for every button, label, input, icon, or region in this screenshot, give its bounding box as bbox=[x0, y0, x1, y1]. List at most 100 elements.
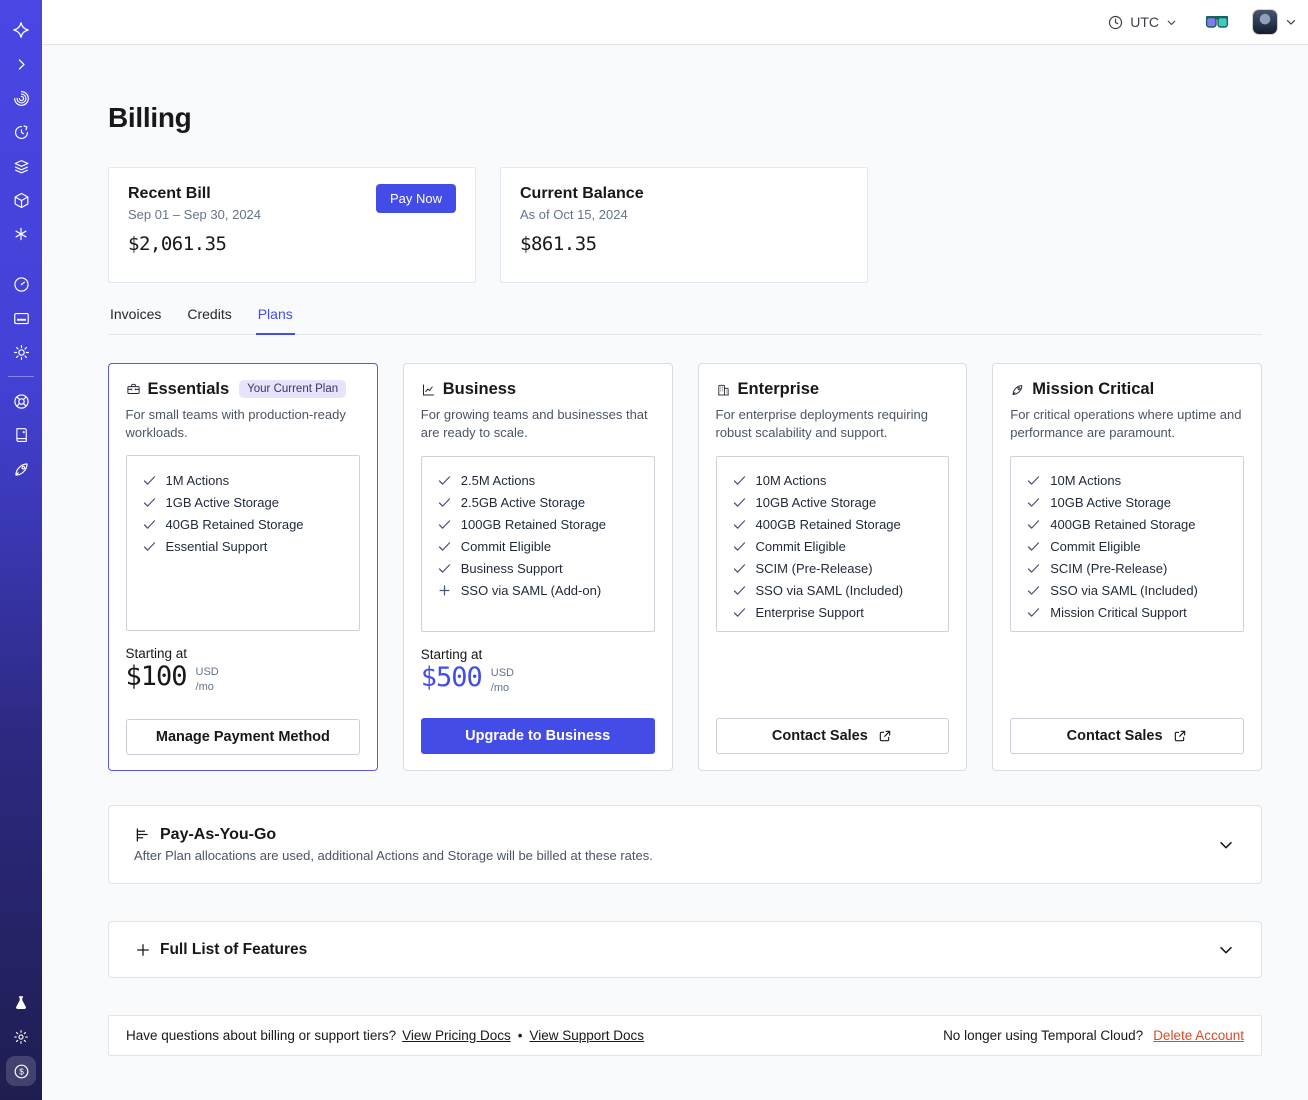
footer-question: Have questions about billing or support … bbox=[126, 1028, 397, 1043]
layers-icon[interactable] bbox=[4, 149, 38, 183]
full-features-title: Full List of Features bbox=[160, 940, 308, 958]
price-currency: USD bbox=[490, 666, 515, 679]
view-support-docs-link[interactable]: View Support Docs bbox=[529, 1028, 644, 1043]
plan-description: For enterprise deployments requiring rob… bbox=[715, 407, 928, 441]
plans-row: Essentials Your Current Plan For small t… bbox=[108, 363, 1262, 771]
full-features-accordion[interactable]: Full List of Features bbox=[108, 921, 1262, 978]
plan-feature-label: 40GB Retained Storage bbox=[165, 516, 304, 532]
footer-separator: • bbox=[517, 1028, 523, 1043]
billing-card-icon[interactable] bbox=[4, 301, 38, 335]
external-link-icon bbox=[877, 728, 893, 744]
plan-description: For critical operations where uptime and… bbox=[1010, 407, 1242, 441]
check-icon bbox=[732, 473, 747, 488]
plan-name: Mission Critical bbox=[1032, 380, 1155, 398]
check-icon bbox=[142, 539, 157, 554]
cube-icon[interactable] bbox=[4, 183, 38, 217]
sparkle-logo-icon[interactable] bbox=[4, 13, 38, 47]
plan-feature-list: 2.5M Actions 2.5GB Active Storage 100GB Re… bbox=[420, 455, 655, 632]
check-icon bbox=[437, 561, 452, 576]
plan-feature-label: 100GB Retained Storage bbox=[460, 517, 607, 533]
plus-icon bbox=[437, 583, 452, 598]
plan-feature-label: 2.5GB Active Storage bbox=[460, 495, 586, 511]
price-period: /mo bbox=[195, 681, 214, 694]
rocket-icon bbox=[1010, 381, 1025, 399]
chevron-down-icon[interactable] bbox=[1216, 940, 1236, 960]
check-icon bbox=[732, 539, 747, 554]
plan-feature-list: 10M Actions 10GB Active Storage 400GB Reta… bbox=[715, 455, 950, 632]
contact-sales-button[interactable]: Contact Sales bbox=[715, 718, 950, 754]
plan-card-enterprise: Enterprise For enterprise deployments re… bbox=[697, 363, 968, 771]
book-icon[interactable] bbox=[4, 418, 38, 452]
page-title: Billing bbox=[108, 102, 192, 133]
chart-line-icon bbox=[421, 381, 436, 399]
tab-invoices[interactable]: Invoices bbox=[108, 306, 163, 334]
view-pricing-docs-link[interactable]: View Pricing Docs bbox=[402, 1028, 511, 1043]
3d-glasses-icon[interactable] bbox=[1205, 15, 1229, 29]
flask-icon[interactable] bbox=[4, 986, 38, 1020]
check-icon bbox=[142, 495, 157, 510]
plan-feature: SCIM (Pre-Release) bbox=[732, 558, 934, 580]
asterisk-icon[interactable] bbox=[4, 217, 38, 251]
timezone-selector[interactable]: UTC bbox=[1107, 14, 1178, 31]
check-icon bbox=[1026, 583, 1041, 598]
tab-plans[interactable]: Plans bbox=[255, 306, 295, 335]
dollar-coin-icon[interactable]: $ bbox=[6, 1056, 36, 1086]
plan-description: For small teams with production-ready wo… bbox=[125, 406, 346, 440]
bar-chart-icon bbox=[134, 826, 152, 844]
plan-feature: 2.5M Actions bbox=[437, 470, 639, 492]
button-label: Contact Sales bbox=[771, 728, 868, 744]
plan-feature: Business Support bbox=[437, 558, 639, 580]
check-icon bbox=[1026, 517, 1041, 532]
plan-feature: 100GB Retained Storage bbox=[437, 514, 639, 536]
plan-feature-label: SCIM (Pre-Release) bbox=[1050, 561, 1168, 577]
upgrade-to-business-button[interactable]: Upgrade to Business bbox=[420, 718, 655, 754]
pay-now-button[interactable]: Pay Now bbox=[375, 184, 456, 213]
delete-account-link[interactable]: Delete Account bbox=[1153, 1028, 1244, 1043]
payg-description: After Plan allocations are used, additio… bbox=[134, 848, 653, 863]
payg-title: Pay-As-You-Go bbox=[160, 826, 277, 843]
price-period: /mo bbox=[490, 681, 510, 694]
topbar: UTC bbox=[42, 0, 1308, 45]
left-sidebar: $ bbox=[0, 0, 42, 1100]
external-link-icon bbox=[1172, 728, 1188, 744]
clock-retry-icon[interactable] bbox=[4, 115, 38, 149]
plan-feature: 400GB Retained Storage bbox=[1026, 514, 1228, 536]
chevron-down-icon[interactable] bbox=[1216, 835, 1236, 855]
plan-feature-label: Commit Eligible bbox=[460, 539, 552, 555]
plan-card-essentials: Essentials Your Current Plan For small t… bbox=[108, 363, 378, 771]
plan-feature-label: 1GB Active Storage bbox=[165, 494, 279, 510]
billing-summary-row: Recent Bill Sep 01 – Sep 30, 2024 $2,061… bbox=[108, 167, 1262, 283]
tab-credits[interactable]: Credits bbox=[185, 306, 233, 334]
account-menu-chevron-icon[interactable] bbox=[1284, 15, 1298, 29]
sun-icon[interactable] bbox=[4, 1020, 38, 1054]
sidebar-divider bbox=[8, 376, 34, 377]
contact-sales-button[interactable]: Contact Sales bbox=[1010, 718, 1244, 754]
gear-icon[interactable] bbox=[4, 335, 38, 369]
plan-card-mission-critical: Mission Critical For critical operations… bbox=[992, 363, 1262, 771]
rocket-icon[interactable] bbox=[4, 452, 38, 486]
starting-at-label: Starting at bbox=[125, 646, 188, 662]
expand-chevron-right-icon[interactable] bbox=[4, 47, 38, 81]
gauge-icon[interactable] bbox=[4, 267, 38, 301]
current-balance-asof: As of Oct 15, 2024 bbox=[520, 207, 628, 222]
manage-payment-method-button[interactable]: Manage Payment Method bbox=[125, 718, 361, 755]
recent-bill-amount: $2,061.35 bbox=[128, 233, 227, 255]
plan-feature: 40GB Retained Storage bbox=[142, 513, 345, 535]
recent-bill-card: Recent Bill Sep 01 – Sep 30, 2024 $2,061… bbox=[108, 167, 476, 283]
check-icon bbox=[1026, 605, 1041, 620]
spiral-icon[interactable] bbox=[4, 81, 38, 115]
price-currency: USD bbox=[195, 666, 219, 679]
plan-feature-label: Business Support bbox=[460, 561, 563, 577]
plan-feature: SSO via SAML (Included) bbox=[1026, 580, 1228, 602]
user-avatar[interactable] bbox=[1252, 9, 1278, 35]
lifebuoy-icon[interactable] bbox=[4, 384, 38, 418]
pay-as-you-go-accordion[interactable]: Pay-As-You-Go After Plan allocations are… bbox=[108, 805, 1262, 884]
current-balance-title: Current Balance bbox=[520, 185, 644, 202]
plan-card-business: Business For growing teams and businesse… bbox=[402, 363, 673, 771]
footer-bar: Have questions about billing or support … bbox=[108, 1015, 1262, 1056]
plan-feature: 10M Actions bbox=[732, 470, 934, 492]
current-balance-card: Current Balance As of Oct 15, 2024 $861.… bbox=[500, 167, 868, 283]
plan-feature-label: SSO via SAML (Included) bbox=[1050, 583, 1198, 599]
check-icon bbox=[142, 517, 157, 532]
check-icon bbox=[732, 495, 747, 510]
